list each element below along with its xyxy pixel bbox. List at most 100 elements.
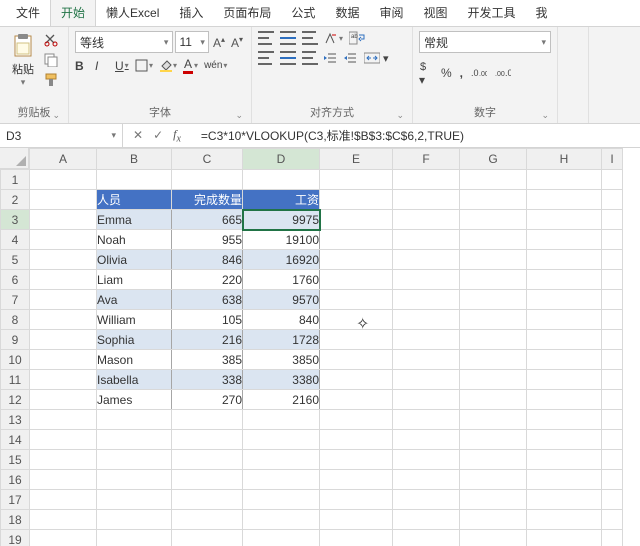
cell-I4[interactable]: [602, 230, 623, 250]
cell-F19[interactable]: [393, 530, 460, 546]
cell-F2[interactable]: [393, 190, 460, 210]
cell-B13[interactable]: [97, 410, 172, 430]
cell-A12[interactable]: [30, 390, 97, 410]
cell-name[interactable]: Emma: [97, 210, 172, 230]
cell-qty[interactable]: 105: [172, 310, 243, 330]
cell-C14[interactable]: [172, 430, 243, 450]
cell-A7[interactable]: [30, 290, 97, 310]
cell-name[interactable]: Noah: [97, 230, 172, 250]
row-header-13[interactable]: 13: [1, 410, 30, 430]
row-header-6[interactable]: 6: [1, 270, 30, 290]
comma-button[interactable]: ,: [460, 66, 463, 80]
cell-I14[interactable]: [602, 430, 623, 450]
cell-H10[interactable]: [527, 350, 602, 370]
cell-A3[interactable]: [30, 210, 97, 230]
cell-qty[interactable]: 220: [172, 270, 243, 290]
merge-center-button[interactable]: ▾: [364, 51, 389, 65]
cell-C18[interactable]: [172, 510, 243, 530]
increase-indent-button[interactable]: [344, 52, 358, 64]
cell-B16[interactable]: [97, 470, 172, 490]
cell-D13[interactable]: [243, 410, 320, 430]
cell-qty[interactable]: 385: [172, 350, 243, 370]
cell-I3[interactable]: [602, 210, 623, 230]
cell-name[interactable]: Ava: [97, 290, 172, 310]
cell-E8[interactable]: [320, 310, 393, 330]
menu-页面布局[interactable]: 页面布局: [213, 0, 281, 26]
cell-qty[interactable]: 846: [172, 250, 243, 270]
cell-I18[interactable]: [602, 510, 623, 530]
cell-C13[interactable]: [172, 410, 243, 430]
cell-A5[interactable]: [30, 250, 97, 270]
cell-E6[interactable]: [320, 270, 393, 290]
row-header-1[interactable]: 1: [1, 170, 30, 190]
format-painter-button[interactable]: [42, 71, 60, 89]
cell-G14[interactable]: [460, 430, 527, 450]
cell-A13[interactable]: [30, 410, 97, 430]
increase-decimal-button[interactable]: .0.00: [471, 67, 487, 79]
cell-H11[interactable]: [527, 370, 602, 390]
cell-G19[interactable]: [460, 530, 527, 546]
cell-B19[interactable]: [97, 530, 172, 546]
align-left-button[interactable]: [258, 51, 274, 65]
phonetic-button[interactable]: wén▾: [204, 60, 227, 71]
decrease-font-button[interactable]: A▾: [229, 35, 245, 50]
paste-button[interactable]: 粘贴 ▾: [8, 31, 38, 90]
row-header-10[interactable]: 10: [1, 350, 30, 370]
cell-F11[interactable]: [393, 370, 460, 390]
cell-H5[interactable]: [527, 250, 602, 270]
col-header-I[interactable]: I: [602, 149, 623, 170]
cell-name[interactable]: Olivia: [97, 250, 172, 270]
cell-G3[interactable]: [460, 210, 527, 230]
cell-qty[interactable]: 638: [172, 290, 243, 310]
cell-name[interactable]: Isabella: [97, 370, 172, 390]
cell-G5[interactable]: [460, 250, 527, 270]
col-header-D[interactable]: D: [243, 149, 320, 170]
cell-qty[interactable]: 338: [172, 370, 243, 390]
cell-pay[interactable]: 1760: [243, 270, 320, 290]
cell-A2[interactable]: [30, 190, 97, 210]
cell-B17[interactable]: [97, 490, 172, 510]
cell-A10[interactable]: [30, 350, 97, 370]
cell-B18[interactable]: [97, 510, 172, 530]
cell-F13[interactable]: [393, 410, 460, 430]
cell-E4[interactable]: [320, 230, 393, 250]
name-box[interactable]: D3▾: [0, 124, 123, 147]
cell-D18[interactable]: [243, 510, 320, 530]
cell-E11[interactable]: [320, 370, 393, 390]
cell-A8[interactable]: [30, 310, 97, 330]
cell-H15[interactable]: [527, 450, 602, 470]
cell-I2[interactable]: [602, 190, 623, 210]
col-header-F[interactable]: F: [393, 149, 460, 170]
cell-G2[interactable]: [460, 190, 527, 210]
orientation-button[interactable]: ▾: [324, 31, 343, 45]
cell-D1[interactable]: [243, 170, 320, 190]
cell-H12[interactable]: [527, 390, 602, 410]
cell-G15[interactable]: [460, 450, 527, 470]
cell-I17[interactable]: [602, 490, 623, 510]
cell-D17[interactable]: [243, 490, 320, 510]
cell-D14[interactable]: [243, 430, 320, 450]
cell-F8[interactable]: [393, 310, 460, 330]
col-header-E[interactable]: E: [320, 149, 393, 170]
row-header-3[interactable]: 3: [1, 210, 30, 230]
cell-F12[interactable]: [393, 390, 460, 410]
cell-I16[interactable]: [602, 470, 623, 490]
number-format-select[interactable]: 常规▾: [419, 31, 551, 53]
cell-A14[interactable]: [30, 430, 97, 450]
cell-E2[interactable]: [320, 190, 393, 210]
cell-G10[interactable]: [460, 350, 527, 370]
col-header-A[interactable]: A: [30, 149, 97, 170]
cell-I1[interactable]: [602, 170, 623, 190]
font-name-select[interactable]: 等线▾: [75, 31, 173, 53]
cell-E18[interactable]: [320, 510, 393, 530]
cell-I11[interactable]: [602, 370, 623, 390]
cell-pay[interactable]: 19100: [243, 230, 320, 250]
cell-G6[interactable]: [460, 270, 527, 290]
row-header-5[interactable]: 5: [1, 250, 30, 270]
row-header-7[interactable]: 7: [1, 290, 30, 310]
cell-E15[interactable]: [320, 450, 393, 470]
cell-H4[interactable]: [527, 230, 602, 250]
cell-C16[interactable]: [172, 470, 243, 490]
cell-G18[interactable]: [460, 510, 527, 530]
decrease-decimal-button[interactable]: .00.0: [495, 67, 511, 79]
